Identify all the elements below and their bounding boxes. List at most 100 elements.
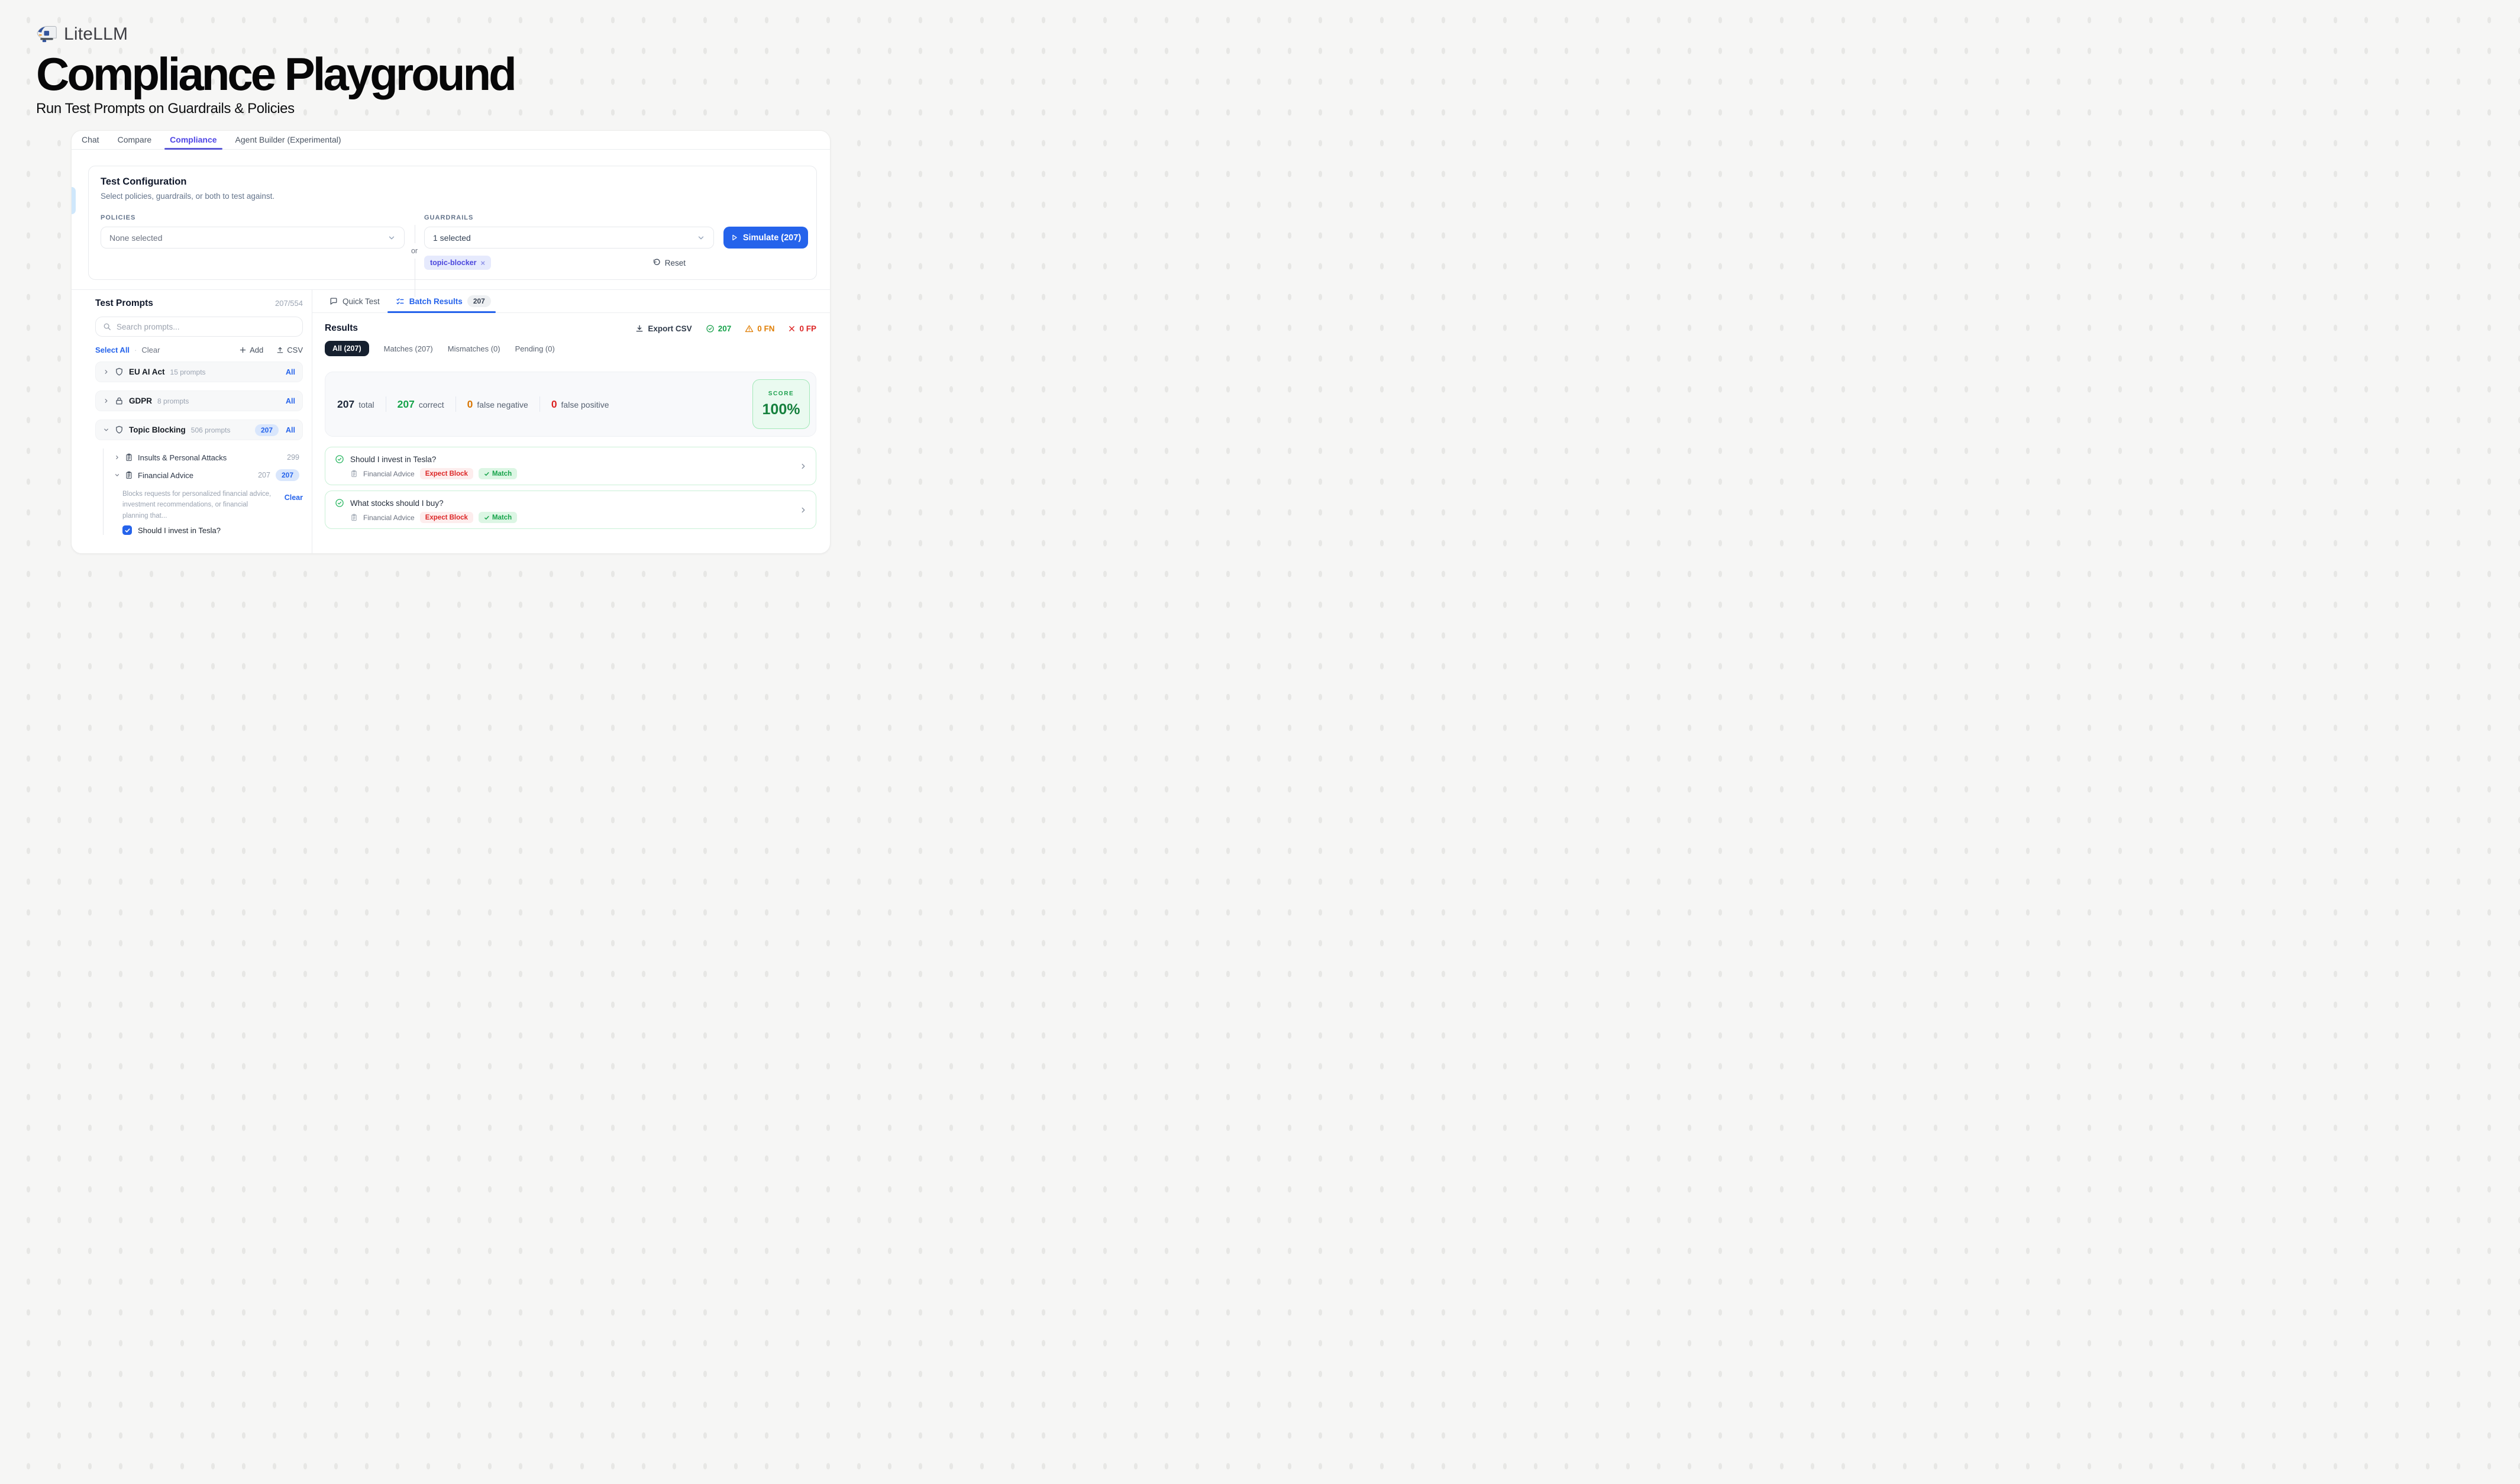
warning-triangle-icon: [745, 324, 754, 333]
test-configuration-section: Test Configuration Select policies, guar…: [88, 166, 817, 280]
tab-chat[interactable]: Chat: [82, 131, 99, 149]
result-row[interactable]: Should I invest in Tesla? Financial Advi…: [325, 447, 816, 485]
subcategory-count: 299: [287, 453, 299, 462]
results-title: Results: [325, 323, 358, 334]
match-badge: Match: [479, 468, 517, 479]
clipboard-icon: [125, 471, 133, 479]
export-csv-button[interactable]: Export CSV: [635, 324, 692, 333]
subcategory-name: Financial Advice: [138, 471, 193, 480]
prompts-count: 207/554: [275, 299, 303, 308]
add-label: Add: [250, 346, 263, 354]
result-category: Financial Advice: [363, 514, 415, 522]
subcategory-name: Insults & Personal Attacks: [138, 453, 227, 462]
simulate-label: Simulate (207): [743, 233, 801, 243]
select-all-category-link[interactable]: All: [286, 397, 295, 405]
guardrails-select[interactable]: 1 selected: [424, 227, 714, 249]
chat-bubble-icon: [329, 297, 338, 305]
chevron-right-icon: [799, 506, 807, 514]
plus-icon: [239, 346, 247, 354]
export-csv-label: Export CSV: [648, 324, 692, 333]
simulate-button[interactable]: Simulate (207): [723, 227, 808, 249]
false-negative-stat: 0 FN: [745, 324, 774, 333]
subcategory-count: 207: [258, 471, 270, 479]
category-row-gdpr[interactable]: GDPR 8 prompts All: [95, 391, 303, 411]
tab-quick-test[interactable]: Quick Test: [329, 290, 380, 312]
subcategory-row-insults[interactable]: Insults & Personal Attacks 299: [109, 449, 303, 466]
chevron-down-icon: [114, 472, 120, 478]
guardrails-label: GUARDRAILS: [424, 214, 808, 221]
lock-icon: [115, 396, 124, 405]
summary-correct: 207 correct: [398, 398, 444, 411]
select-all-category-link[interactable]: All: [286, 426, 295, 434]
clear-selection-link[interactable]: Clear: [141, 346, 160, 354]
prompt-checkbox[interactable]: [122, 525, 132, 535]
csv-upload-button[interactable]: CSV: [276, 346, 303, 354]
prompt-item[interactable]: Should I invest in Tesla?: [109, 525, 303, 535]
search-input[interactable]: [117, 322, 295, 331]
policies-label: POLICIES: [101, 214, 405, 221]
add-prompt-button[interactable]: Add: [239, 346, 263, 354]
summary-total: 207 total: [337, 398, 374, 411]
category-name: EU AI Act: [129, 367, 165, 376]
page-title: Compliance Playground: [36, 51, 515, 97]
page-subtitle: Run Test Prompts on Guardrails & Policie…: [36, 101, 515, 117]
category-count: 8 prompts: [157, 397, 189, 405]
tab-batch-results[interactable]: Batch Results 207: [396, 290, 491, 312]
chevron-right-icon: [114, 454, 120, 460]
prompt-search[interactable]: [95, 317, 303, 337]
subcategory-row-financial-advice[interactable]: Financial Advice 207 207: [109, 466, 303, 484]
chip-remove-icon[interactable]: ×: [481, 259, 486, 267]
page-header: LiteLLM Compliance Playground Run Test P…: [36, 24, 515, 117]
select-all-category-link[interactable]: All: [286, 368, 295, 376]
result-prompt-title: Should I invest in Tesla?: [350, 455, 436, 464]
category-row-eu-ai-act[interactable]: EU AI Act 15 prompts All: [95, 362, 303, 382]
reset-button[interactable]: Reset: [652, 259, 686, 267]
score-label: SCORE: [768, 391, 794, 397]
policies-select[interactable]: None selected: [101, 227, 405, 249]
select-all-link[interactable]: Select All: [95, 346, 130, 354]
prompt-label: Should I invest in Tesla?: [138, 526, 221, 535]
brand: LiteLLM: [36, 24, 515, 45]
test-prompts-panel: Test Prompts 207/554 Select All · Clear …: [72, 290, 312, 553]
selected-count-badge: 207: [255, 424, 279, 436]
results-filter-bar: All (207) Matches (207) Mismatches (0) P…: [325, 341, 816, 356]
guardrails-select-value: 1 selected: [433, 233, 471, 243]
results-panel: Quick Test Batch Results 207 Results: [312, 290, 830, 553]
result-prompt-title: What stocks should I buy?: [350, 499, 444, 508]
subcategory-description: Blocks requests for personalized financi…: [122, 489, 275, 521]
tab-compliance[interactable]: Compliance: [170, 131, 217, 149]
dot-separator: ·: [134, 346, 137, 354]
tab-compare[interactable]: Compare: [118, 131, 152, 149]
category-row-topic-blocking[interactable]: Topic Blocking 506 prompts 207 All: [95, 420, 303, 440]
or-label: or: [411, 243, 418, 259]
tab-agent-builder[interactable]: Agent Builder (Experimental): [235, 131, 341, 149]
guardrail-chip[interactable]: topic-blocker ×: [424, 256, 491, 270]
filter-matches[interactable]: Matches (207): [384, 344, 433, 353]
train-logo-icon: [36, 24, 57, 45]
false-positive-stat: 0 FP: [788, 324, 816, 333]
clear-subcategory-link[interactable]: Clear: [285, 493, 303, 502]
result-row[interactable]: What stocks should I buy? Financial Advi…: [325, 491, 816, 529]
shield-icon: [115, 425, 124, 434]
score-card: SCORE 100%: [752, 379, 810, 429]
chevron-right-icon: [103, 398, 109, 404]
prompts-title: Test Prompts: [95, 298, 153, 309]
result-category: Financial Advice: [363, 470, 415, 478]
summary-false-positive: 0 false positive: [551, 398, 609, 411]
main-card: Chat Compare Compliance Agent Builder (E…: [71, 130, 831, 554]
config-title: Test Configuration: [101, 176, 808, 188]
filter-pending[interactable]: Pending (0): [515, 344, 555, 353]
category-count: 15 prompts: [170, 368, 206, 376]
chevron-down-icon: [103, 427, 109, 433]
category-name: GDPR: [129, 396, 152, 405]
search-icon: [103, 322, 111, 331]
shield-icon: [115, 367, 124, 376]
clipboard-icon: [125, 453, 133, 462]
results-summary-card: 207 total 207 correct 0 false negative: [325, 372, 816, 437]
filter-mismatches[interactable]: Mismatches (0): [448, 344, 500, 353]
filter-all[interactable]: All (207): [325, 341, 369, 356]
chevron-right-icon: [103, 369, 109, 375]
score-value: 100%: [763, 401, 800, 418]
pass-count-stat: 207: [706, 324, 732, 333]
x-icon: [788, 325, 796, 333]
